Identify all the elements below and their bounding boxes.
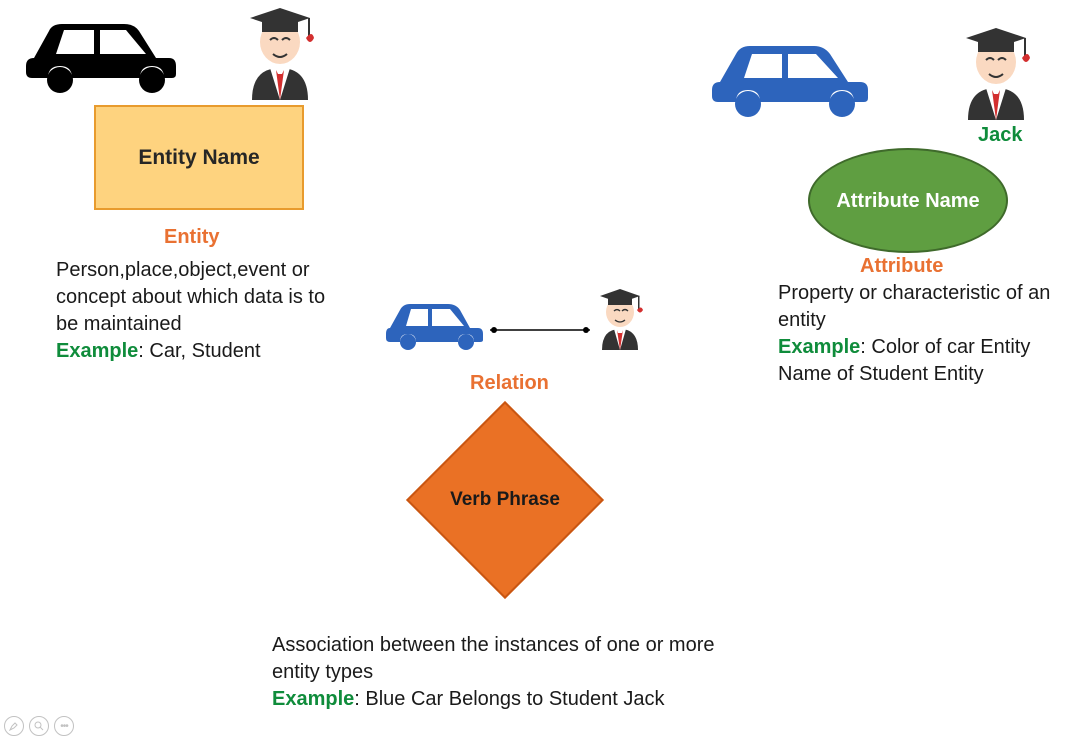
relation-desc-text: Association between the instances of one…	[272, 634, 714, 683]
entity-description: Person,place,object,event or concept abo…	[56, 257, 346, 365]
relation-title: Relation	[470, 372, 549, 395]
attribute-example-label: Example	[778, 336, 860, 358]
relation-diamond: Verb Phrase	[405, 400, 605, 600]
entity-desc-text: Person,place,object,event or concept abo…	[56, 259, 325, 335]
entity-example-label: Example	[56, 340, 138, 362]
pen-icon[interactable]	[4, 716, 24, 736]
attribute-ellipse-label: Attribute Name	[836, 189, 979, 213]
entity-title: Entity	[164, 226, 220, 249]
relation-student-icon	[588, 284, 652, 357]
entity-rectangle: Entity Name	[94, 105, 304, 210]
relation-example-label: Example	[272, 688, 354, 710]
jack-label: Jack	[978, 124, 1023, 147]
attribute-description: Property or characteristic of an entity …	[778, 280, 1078, 388]
entity-example-text: : Car, Student	[138, 340, 260, 362]
relation-blue-car-icon	[378, 292, 488, 357]
magnifier-icon[interactable]	[29, 716, 49, 736]
relation-diamond-label: Verb Phrase	[450, 488, 560, 512]
more-icon[interactable]: •••	[54, 716, 74, 736]
attribute-desc-text: Property or characteristic of an entity	[778, 282, 1050, 331]
relation-line	[490, 322, 590, 340]
black-car-icon	[14, 6, 189, 101]
slideshow-toolbar: •••	[4, 716, 74, 736]
student-icon	[232, 2, 328, 107]
student-jack-icon	[948, 22, 1044, 127]
attribute-title: Attribute	[860, 255, 943, 278]
relation-example-text: : Blue Car Belongs to Student Jack	[354, 688, 664, 710]
blue-car-icon	[700, 28, 880, 125]
attribute-ellipse: Attribute Name	[808, 148, 1008, 253]
relation-description: Association between the instances of one…	[272, 632, 732, 713]
entity-box-label: Entity Name	[138, 146, 259, 170]
